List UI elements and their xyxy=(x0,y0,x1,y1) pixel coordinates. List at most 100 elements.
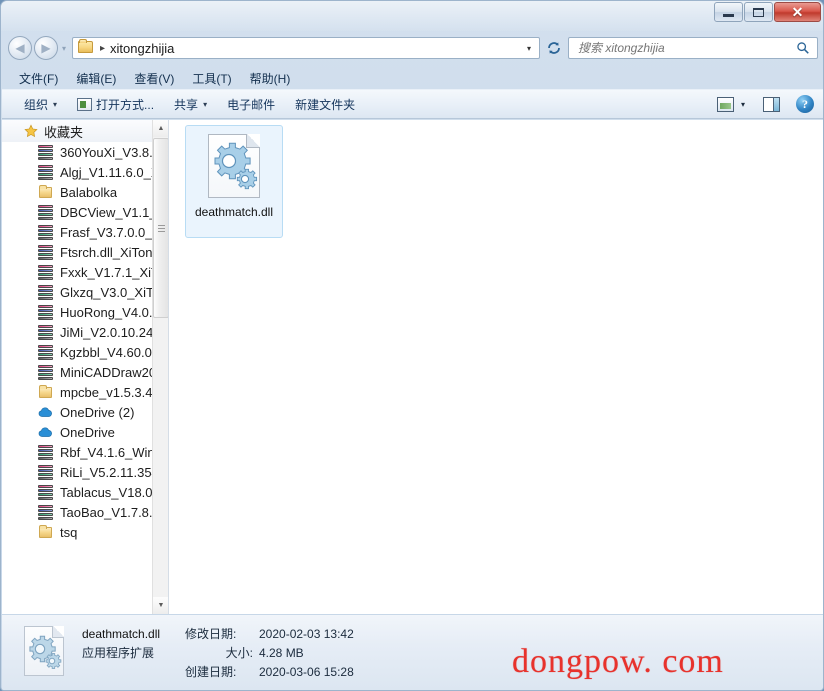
sidebar-item-label: tsq xyxy=(60,524,78,540)
archive-icon xyxy=(38,264,54,280)
folder-icon xyxy=(38,185,54,199)
sidebar-item-label: RiLi_V5.2.11.354 xyxy=(60,464,154,480)
status-file-type: 应用程序扩展 xyxy=(82,646,155,660)
archive-icon xyxy=(38,164,54,180)
sidebar-item[interactable]: HuoRong_V4.0. xyxy=(2,302,154,322)
star-icon xyxy=(24,124,38,138)
menu-edit[interactable]: 编辑(E) xyxy=(67,68,125,89)
navigation-pane-list: 收藏夹 360YouXi_V3.8.1 Algj_V1.11.6.0_X Balab… xyxy=(2,120,154,542)
content-area: 收藏夹 360YouXi_V3.8.1 Algj_V1.11.6.0_X Balab… xyxy=(2,120,823,614)
sidebar-item[interactable]: Ftsrch.dll_XiTong xyxy=(2,242,154,262)
archive-icon xyxy=(38,284,54,300)
minimize-icon xyxy=(723,13,734,17)
explorer-window: ✕ ◀ ▶ ▾ ▸ xitongzhijia ▾ 搜索 xitongzhijia… xyxy=(0,0,824,691)
sidebar-item[interactable]: Kgzbbl_V4.60.0 xyxy=(2,342,154,362)
sidebar-scrollbar[interactable]: ▲ ▼ xyxy=(152,120,168,614)
sidebar-item[interactable]: RiLi_V5.2.11.354 xyxy=(2,462,154,482)
scroll-down-button[interactable]: ▼ xyxy=(153,597,168,614)
sidebar-item[interactable]: TaoBao_V1.7.8. xyxy=(2,502,154,522)
refresh-button[interactable] xyxy=(542,37,566,59)
sidebar-item[interactable]: DBCView_V1.1_X xyxy=(2,202,154,222)
help-icon[interactable]: ? xyxy=(796,95,814,113)
menu-tools[interactable]: 工具(T) xyxy=(183,68,240,89)
open-with-label: 打开方式... xyxy=(96,97,155,112)
archive-icon xyxy=(38,304,54,320)
search-input[interactable] xyxy=(576,40,791,56)
dll-file-icon xyxy=(208,134,260,198)
sidebar-item[interactable]: tsq xyxy=(2,522,154,542)
sidebar-item[interactable]: Rbf_V4.1.6_Win xyxy=(2,442,154,462)
menu-file[interactable]: 文件(F) xyxy=(10,68,67,89)
sidebar-item[interactable]: Fxxk_V1.7.1_XiT xyxy=(2,262,154,282)
file-list-pane[interactable]: deathmatch.dll xyxy=(169,120,823,614)
open-with-button[interactable]: 打开方式... xyxy=(69,93,162,116)
search-icon xyxy=(797,42,809,54)
maximize-button[interactable] xyxy=(744,2,773,22)
scrollbar-grip-icon xyxy=(157,224,165,232)
sidebar-item-label: mpcbe_v1.5.3.4 xyxy=(60,384,153,400)
status-size-value: 4.28 MB xyxy=(259,646,304,660)
sidebar-item[interactable]: JiMi_V2.0.10.24_ xyxy=(2,322,154,342)
share-button[interactable]: 共享 ▾ xyxy=(166,93,215,116)
recent-pages-button[interactable]: ▾ xyxy=(58,44,70,53)
cloud-icon xyxy=(38,425,54,439)
status-file-icon xyxy=(24,626,68,678)
chevron-down-icon[interactable]: ▾ xyxy=(741,100,745,109)
archive-icon xyxy=(38,324,54,340)
chevron-down-icon: ▾ xyxy=(53,99,58,109)
favorites-label: 收藏夹 xyxy=(44,124,84,140)
folder-icon xyxy=(38,385,54,399)
archive-icon xyxy=(38,244,54,260)
sidebar-item[interactable]: 360YouXi_V3.8.1 xyxy=(2,142,154,162)
sidebar-item[interactable]: MiniCADDraw20 xyxy=(2,362,154,382)
navigation-bar: ◀ ▶ ▾ ▸ xitongzhijia ▾ xyxy=(1,31,823,65)
sidebar-item-label: MiniCADDraw20 xyxy=(60,364,154,380)
menu-view[interactable]: 查看(V) xyxy=(125,68,183,89)
window-controls: ✕ xyxy=(713,2,821,22)
chevron-down-icon[interactable]: ▾ xyxy=(527,44,531,53)
breadcrumb-current-folder[interactable]: xitongzhijia xyxy=(110,41,174,56)
menu-help[interactable]: 帮助(H) xyxy=(241,68,300,89)
sidebar-item[interactable]: Glxzq_V3.0_XiTo xyxy=(2,282,154,302)
close-button[interactable]: ✕ xyxy=(774,2,821,22)
status-file-name: deathmatch.dll xyxy=(82,627,161,641)
sidebar-item-label: TaoBao_V1.7.8. xyxy=(60,504,153,520)
sidebar-item[interactable]: Frasf_V3.7.0.0_X xyxy=(2,222,154,242)
forward-button[interactable]: ▶ xyxy=(34,36,58,60)
status-row-name: deathmatch.dll 修改日期: 2020-02-03 13:42 xyxy=(82,625,354,644)
sidebar-item-label: DBCView_V1.1_X xyxy=(60,204,154,220)
search-box[interactable] xyxy=(568,37,818,59)
sidebar-item[interactable]: OneDrive (2) xyxy=(2,402,154,422)
back-button[interactable]: ◀ xyxy=(8,36,32,60)
sidebar-item[interactable]: Tablacus_V18.0 xyxy=(2,482,154,502)
organize-button[interactable]: 组织 ▾ xyxy=(16,93,65,116)
archive-icon xyxy=(38,504,54,520)
sidebar-item-label: HuoRong_V4.0. xyxy=(60,304,153,320)
archive-icon xyxy=(38,364,54,380)
share-label: 共享 xyxy=(174,97,199,112)
minimize-button[interactable] xyxy=(714,2,743,22)
open-with-icon xyxy=(77,97,93,111)
new-folder-button[interactable]: 新建文件夹 xyxy=(287,93,363,116)
sidebar-item-label: Rbf_V4.1.6_Win xyxy=(60,444,154,460)
sidebar-item[interactable]: Algj_V1.11.6.0_X xyxy=(2,162,154,182)
address-bar[interactable]: ▸ xitongzhijia ▾ xyxy=(72,37,540,59)
sidebar-item[interactable]: OneDrive xyxy=(2,422,154,442)
sidebar-item[interactable]: Balabolka xyxy=(2,182,154,202)
scrollbar-thumb[interactable] xyxy=(153,138,168,318)
favorites-header[interactable]: 收藏夹 xyxy=(2,120,154,142)
archive-icon xyxy=(38,484,54,500)
gears-icon xyxy=(29,635,62,669)
file-item-deathmatch-dll[interactable]: deathmatch.dll xyxy=(185,125,283,238)
command-bar: 组织 ▾ 打开方式... 共享 ▾ 电子邮件 新建文件夹 ▾ ? xyxy=(2,89,823,119)
scroll-up-button[interactable]: ▲ xyxy=(153,120,168,137)
archive-icon xyxy=(38,204,54,220)
preview-pane-icon[interactable] xyxy=(763,96,780,112)
view-mode-icon[interactable] xyxy=(716,96,734,112)
sidebar-item[interactable]: mpcbe_v1.5.3.4 xyxy=(2,382,154,402)
chevron-down-icon: ▾ xyxy=(203,99,208,109)
archive-icon xyxy=(38,444,54,460)
email-button[interactable]: 电子邮件 xyxy=(219,93,283,116)
sidebar-item-label: Kgzbbl_V4.60.0 xyxy=(60,344,152,360)
nav-buttons: ◀ ▶ ▾ xyxy=(8,36,70,60)
